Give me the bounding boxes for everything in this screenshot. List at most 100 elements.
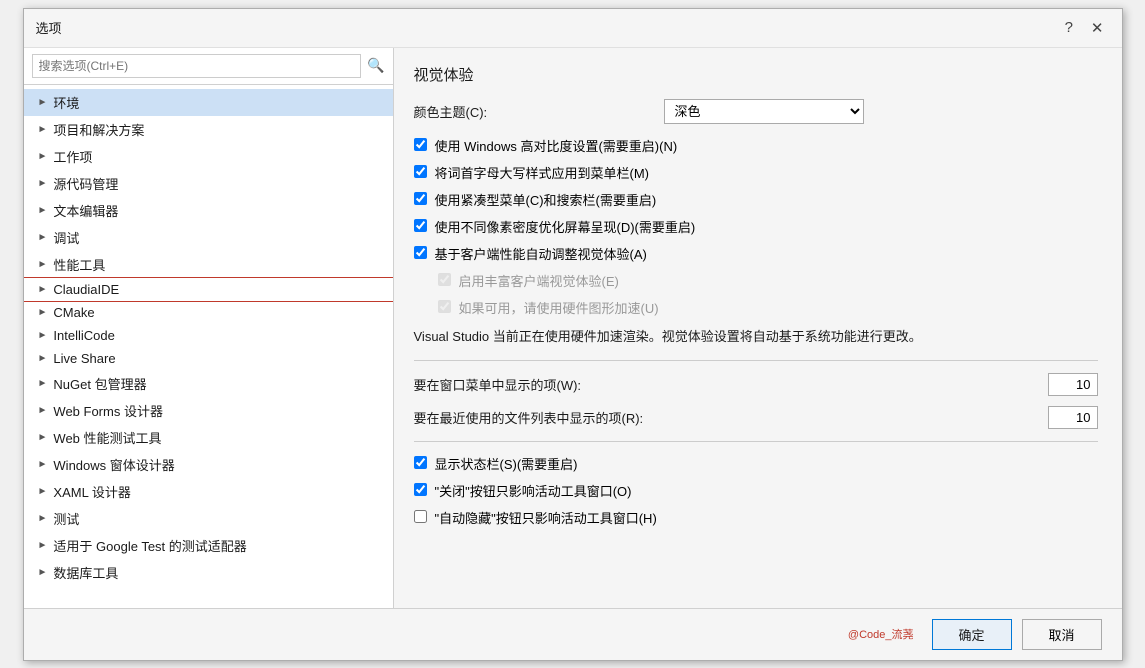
left-panel: 🔍 ►环境►项目和解决方案►工作项►源代码管理►文本编辑器►调试►性能工具►Cl… <box>24 48 394 608</box>
tree-item-label: 数据库工具 <box>53 563 118 582</box>
dialog-title: 选项 <box>36 18 62 37</box>
tree-item-label: 工作项 <box>53 147 92 166</box>
tree-item-wb[interactable]: ►文本编辑器 <box>24 197 393 224</box>
checkbox-label-cb5: 基于客户端性能自动调整视觉体验(A) <box>435 244 647 263</box>
tree-arrow: ► <box>38 459 48 470</box>
tree-item-label: Web Forms 设计器 <box>53 401 163 420</box>
tree-item-windows[interactable]: ►Windows 窗体设计器 <box>24 451 393 478</box>
close-button[interactable]: ✕ <box>1085 17 1110 39</box>
tree-arrow: ► <box>38 432 48 443</box>
window-menu-row: 要在窗口菜单中显示的项(W): <box>414 373 1098 396</box>
checkbox-label-cb2: 将词首字母大写样式应用到菜单栏(M) <box>435 163 650 182</box>
options-dialog: 选项 ? ✕ 🔍 ►环境►项目和解决方案►工作项►源代码管理►文本编辑器►调试►… <box>23 8 1123 661</box>
tree-arrow: ► <box>38 259 48 270</box>
tree-item-liveshare[interactable]: ► Live Share <box>24 347 393 370</box>
checkbox-row-cb9: "关闭"按钮只影响活动工具窗口(O) <box>414 481 1098 500</box>
tree-item-db[interactable]: ► 数据库工具 <box>24 559 393 586</box>
tree-item-label: 测试 <box>53 509 79 528</box>
tree-arrow: ► <box>38 178 48 189</box>
checkbox-cb2[interactable] <box>414 165 427 178</box>
checkbox-row-cb1: 使用 Windows 高对比度设置(需要重启)(N) <box>414 136 1098 155</box>
tree-arrow: ► <box>38 307 48 318</box>
checkbox-cb1[interactable] <box>414 138 427 151</box>
search-icon[interactable]: 🔍 <box>367 57 384 74</box>
tree-arrow: ► <box>38 97 48 108</box>
tree-item-ts[interactable]: ►调试 <box>24 224 393 251</box>
tree-item-nuget[interactable]: ► NuGet 包管理器 <box>24 370 393 397</box>
tree-item-ceshi[interactable]: ► 测试 <box>24 505 393 532</box>
tree-item-ydm[interactable]: ► 源代码管理 <box>24 170 393 197</box>
color-theme-select[interactable]: 深色浅色蓝色蓝色(高对比度) <box>664 99 864 124</box>
checkbox-row-cb2: 将词首字母大写样式应用到菜单栏(M) <box>414 163 1098 182</box>
tree-arrow: ► <box>38 567 48 578</box>
tree-item-label: Web 性能测试工具 <box>53 428 161 447</box>
color-theme-label: 颜色主题(C): <box>414 102 664 121</box>
recent-files-input[interactable] <box>1048 406 1098 429</box>
search-input[interactable] <box>32 54 362 78</box>
checkboxes-group1: 使用 Windows 高对比度设置(需要重启)(N) 将词首字母大写样式应用到菜… <box>414 136 1098 317</box>
right-panel: 视觉体验 颜色主题(C): 深色浅色蓝色蓝色(高对比度) 使用 Windows … <box>394 48 1122 608</box>
checkbox-row-cb8: 显示状态栏(S)(需要重启) <box>414 454 1098 473</box>
checkbox-row-cb5: 基于客户端性能自动调整视觉体验(A) <box>414 244 1098 263</box>
checkbox-row-cb7: 如果可用，请使用硬件图形加速(U) <box>438 298 1098 317</box>
checkbox-cb8[interactable] <box>414 456 427 469</box>
tree-item-label: 源代码管理 <box>53 174 118 193</box>
checkbox-cb10[interactable] <box>414 510 427 523</box>
tree-item-xn[interactable]: ► 性能工具 <box>24 251 393 278</box>
tree-arrow: ► <box>38 330 48 341</box>
tree-item-label: 性能工具 <box>53 255 105 274</box>
tree-item-xm[interactable]: ►项目和解决方案 <box>24 116 393 143</box>
info-text: Visual Studio 当前正在使用硬件加速渲染。视觉体验设置将自动基于系统… <box>414 327 1098 347</box>
tree-arrow: ► <box>38 151 48 162</box>
checkbox-cb7 <box>438 300 451 313</box>
tree-arrow: ► <box>38 284 48 295</box>
tree-item-xaml[interactable]: ► XAML 设计器 <box>24 478 393 505</box>
checkbox-label-cb6: 启用丰富客户端视觉体验(E) <box>459 271 619 290</box>
divider1 <box>414 360 1098 361</box>
tree-arrow: ► <box>38 405 48 416</box>
tree-arrow: ► <box>38 486 48 497</box>
tree-item-label: NuGet 包管理器 <box>53 374 146 393</box>
tree-item-webperf[interactable]: ► Web 性能测试工具 <box>24 424 393 451</box>
cancel-button[interactable]: 取消 <box>1022 619 1102 650</box>
recent-files-label: 要在最近使用的文件列表中显示的项(R): <box>414 408 1048 427</box>
title-bar: 选项 ? ✕ <box>24 9 1122 48</box>
section-title: 视觉体验 <box>414 64 1098 85</box>
checkbox-cb5[interactable] <box>414 246 427 259</box>
title-bar-controls: ? ✕ <box>1059 17 1110 39</box>
tree-list: ►环境►项目和解决方案►工作项►源代码管理►文本编辑器►调试►性能工具►Clau… <box>24 85 393 608</box>
dialog-body: 🔍 ►环境►项目和解决方案►工作项►源代码管理►文本编辑器►调试►性能工具►Cl… <box>24 48 1122 608</box>
watermark: @Code_流荛 <box>848 626 914 642</box>
window-menu-label: 要在窗口菜单中显示的项(W): <box>414 375 1048 394</box>
tree-item-webforms[interactable]: ► Web Forms 设计器 <box>24 397 393 424</box>
tree-arrow: ► <box>38 205 48 216</box>
color-theme-row: 颜色主题(C): 深色浅色蓝色蓝色(高对比度) <box>414 99 1098 124</box>
checkbox-label-cb10: "自动隐藏"按钮只影响活动工具窗口(H) <box>435 508 657 527</box>
tree-arrow: ► <box>38 513 48 524</box>
checkbox-label-cb1: 使用 Windows 高对比度设置(需要重启)(N) <box>435 136 678 155</box>
checkboxes-group2: 显示状态栏(S)(需要重启) "关闭"按钮只影响活动工具窗口(O) "自动隐藏"… <box>414 454 1098 527</box>
checkbox-cb3[interactable] <box>414 192 427 205</box>
tree-item-cmake[interactable]: ►CMake <box>24 301 393 324</box>
confirm-button[interactable]: 确定 <box>932 619 1012 650</box>
help-button[interactable]: ? <box>1059 17 1079 38</box>
tree-item-gz[interactable]: ► 工作项 <box>24 143 393 170</box>
tree-item-hj[interactable]: ►环境 <box>24 89 393 116</box>
tree-item-label: IntelliCode <box>53 328 114 343</box>
window-menu-input[interactable] <box>1048 373 1098 396</box>
checkbox-label-cb9: "关闭"按钮只影响活动工具窗口(O) <box>435 481 632 500</box>
tree-arrow: ► <box>38 378 48 389</box>
checkbox-label-cb8: 显示状态栏(S)(需要重启) <box>435 454 578 473</box>
search-box: 🔍 <box>24 48 393 85</box>
tree-item-intelli[interactable]: ► IntelliCode <box>24 324 393 347</box>
checkbox-row-cb10: "自动隐藏"按钮只影响活动工具窗口(H) <box>414 508 1098 527</box>
tree-arrow: ► <box>38 353 48 364</box>
tree-item-label: XAML 设计器 <box>53 482 131 501</box>
tree-item-label: 调试 <box>53 228 79 247</box>
checkbox-cb4[interactable] <box>414 219 427 232</box>
tree-item-label: Live Share <box>53 351 115 366</box>
checkbox-cb9[interactable] <box>414 483 427 496</box>
recent-files-row: 要在最近使用的文件列表中显示的项(R): <box>414 406 1098 429</box>
tree-item-claudia[interactable]: ►ClaudiaIDE <box>24 278 393 301</box>
tree-item-google[interactable]: ►适用于 Google Test 的测试适配器 <box>24 532 393 559</box>
